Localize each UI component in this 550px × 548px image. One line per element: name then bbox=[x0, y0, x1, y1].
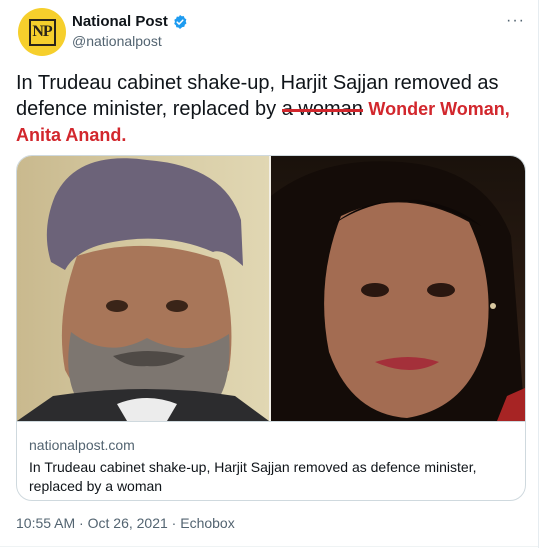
photo-anita-anand bbox=[271, 156, 525, 421]
tweet: NP National Post @nationalpost ··· In Tr… bbox=[0, 0, 550, 548]
verified-badge-icon bbox=[174, 14, 187, 29]
card-title: In Trudeau cabinet shake-up, Harjit Sajj… bbox=[29, 459, 477, 494]
card-photo[interactable] bbox=[17, 156, 525, 421]
national-post-logo: NP bbox=[28, 18, 56, 46]
divider bbox=[538, 0, 539, 548]
handle[interactable]: @nationalpost bbox=[72, 33, 162, 49]
struck-text: a woman bbox=[281, 96, 363, 122]
meta-separator: · bbox=[171, 515, 177, 531]
more-options-icon[interactable]: ··· bbox=[506, 12, 525, 30]
display-name[interactable]: National Post bbox=[72, 13, 168, 30]
author-name-row: National Post bbox=[72, 13, 188, 30]
tweet-text: In Trudeau cabinet shake-up, Harjit Sajj… bbox=[16, 70, 534, 148]
link-card[interactable]: nationalpost.com In Trudeau cabinet shak… bbox=[16, 155, 526, 501]
tweet-source[interactable]: Echobox bbox=[180, 515, 234, 531]
avatar[interactable]: NP bbox=[18, 8, 66, 56]
photo-harjit-sajjan bbox=[17, 156, 269, 421]
tweet-meta: 10:55 AM · Oct 26, 2021 · Echobox bbox=[16, 515, 235, 531]
strikethrough-mark bbox=[281, 109, 363, 112]
tweet-time[interactable]: 10:55 AM bbox=[16, 515, 75, 531]
card-footer[interactable]: nationalpost.com In Trudeau cabinet shak… bbox=[17, 421, 525, 500]
card-domain: nationalpost.com bbox=[29, 437, 135, 453]
divider bbox=[0, 546, 538, 547]
meta-separator: · bbox=[79, 515, 84, 531]
tweet-date[interactable]: Oct 26, 2021 bbox=[88, 515, 168, 531]
